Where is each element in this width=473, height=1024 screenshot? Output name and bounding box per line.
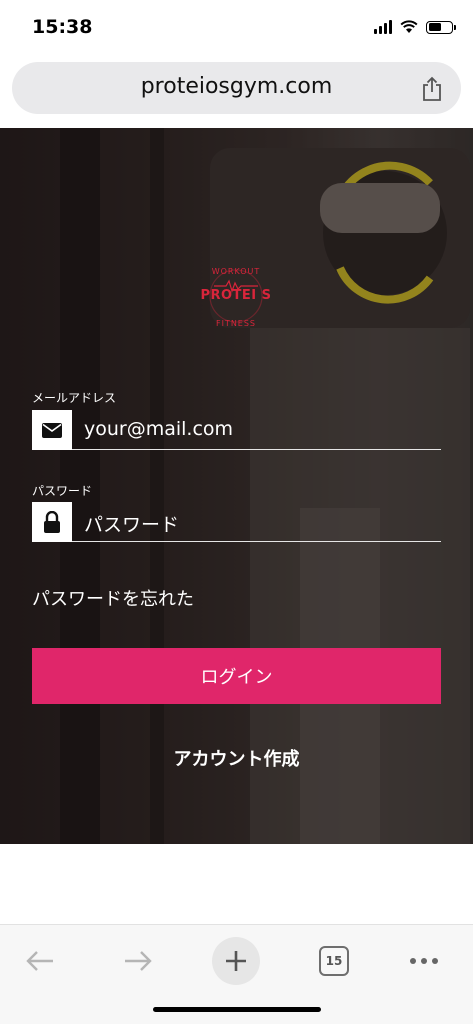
- password-underline: [72, 541, 441, 542]
- url-text[interactable]: proteiosgym.com: [12, 74, 461, 99]
- proteios-logo: WORKOUT FITNESS PROTEI S: [196, 262, 276, 330]
- lock-icon: [44, 511, 60, 533]
- envelope-icon: [42, 422, 62, 438]
- password-icon-box: [32, 502, 72, 542]
- password-label: パスワード: [32, 484, 93, 498]
- more-icon: [410, 958, 438, 964]
- status-time: 15:38: [32, 16, 93, 38]
- email-underline: [72, 449, 441, 450]
- share-icon[interactable]: [421, 76, 443, 102]
- arrow-left-icon: [26, 951, 53, 971]
- wifi-icon: [400, 20, 418, 33]
- new-tab-button[interactable]: [212, 937, 260, 985]
- status-bar: 15:38: [0, 0, 473, 56]
- logo-brand-text: PROTEI S: [200, 288, 272, 303]
- logo-top-text: WORKOUT: [212, 267, 261, 276]
- login-button[interactable]: ログイン: [32, 648, 441, 704]
- back-button[interactable]: [16, 937, 64, 985]
- email-input[interactable]: your@mail.com: [84, 418, 233, 440]
- password-field[interactable]: パスワード: [32, 502, 441, 542]
- email-icon-box: [32, 410, 72, 450]
- plus-icon: [226, 951, 246, 971]
- tabs-button[interactable]: 15: [310, 937, 358, 985]
- status-icons: [374, 20, 456, 34]
- cellular-signal-icon: [374, 20, 392, 34]
- email-label: メールアドレス: [32, 391, 117, 405]
- email-field[interactable]: your@mail.com: [32, 410, 441, 450]
- arrow-right-icon: [125, 951, 152, 971]
- more-button[interactable]: [400, 937, 448, 985]
- create-account-link[interactable]: アカウント作成: [0, 745, 473, 771]
- forward-button[interactable]: [114, 937, 162, 985]
- password-input[interactable]: パスワード: [84, 510, 179, 537]
- logo-bottom-text: FITNESS: [216, 319, 256, 328]
- address-bar[interactable]: proteiosgym.com: [12, 62, 461, 114]
- forgot-password-link[interactable]: パスワードを忘れた: [32, 585, 194, 611]
- tab-count: 15: [319, 946, 349, 976]
- battery-icon: [426, 20, 456, 34]
- home-indicator: [153, 1007, 321, 1012]
